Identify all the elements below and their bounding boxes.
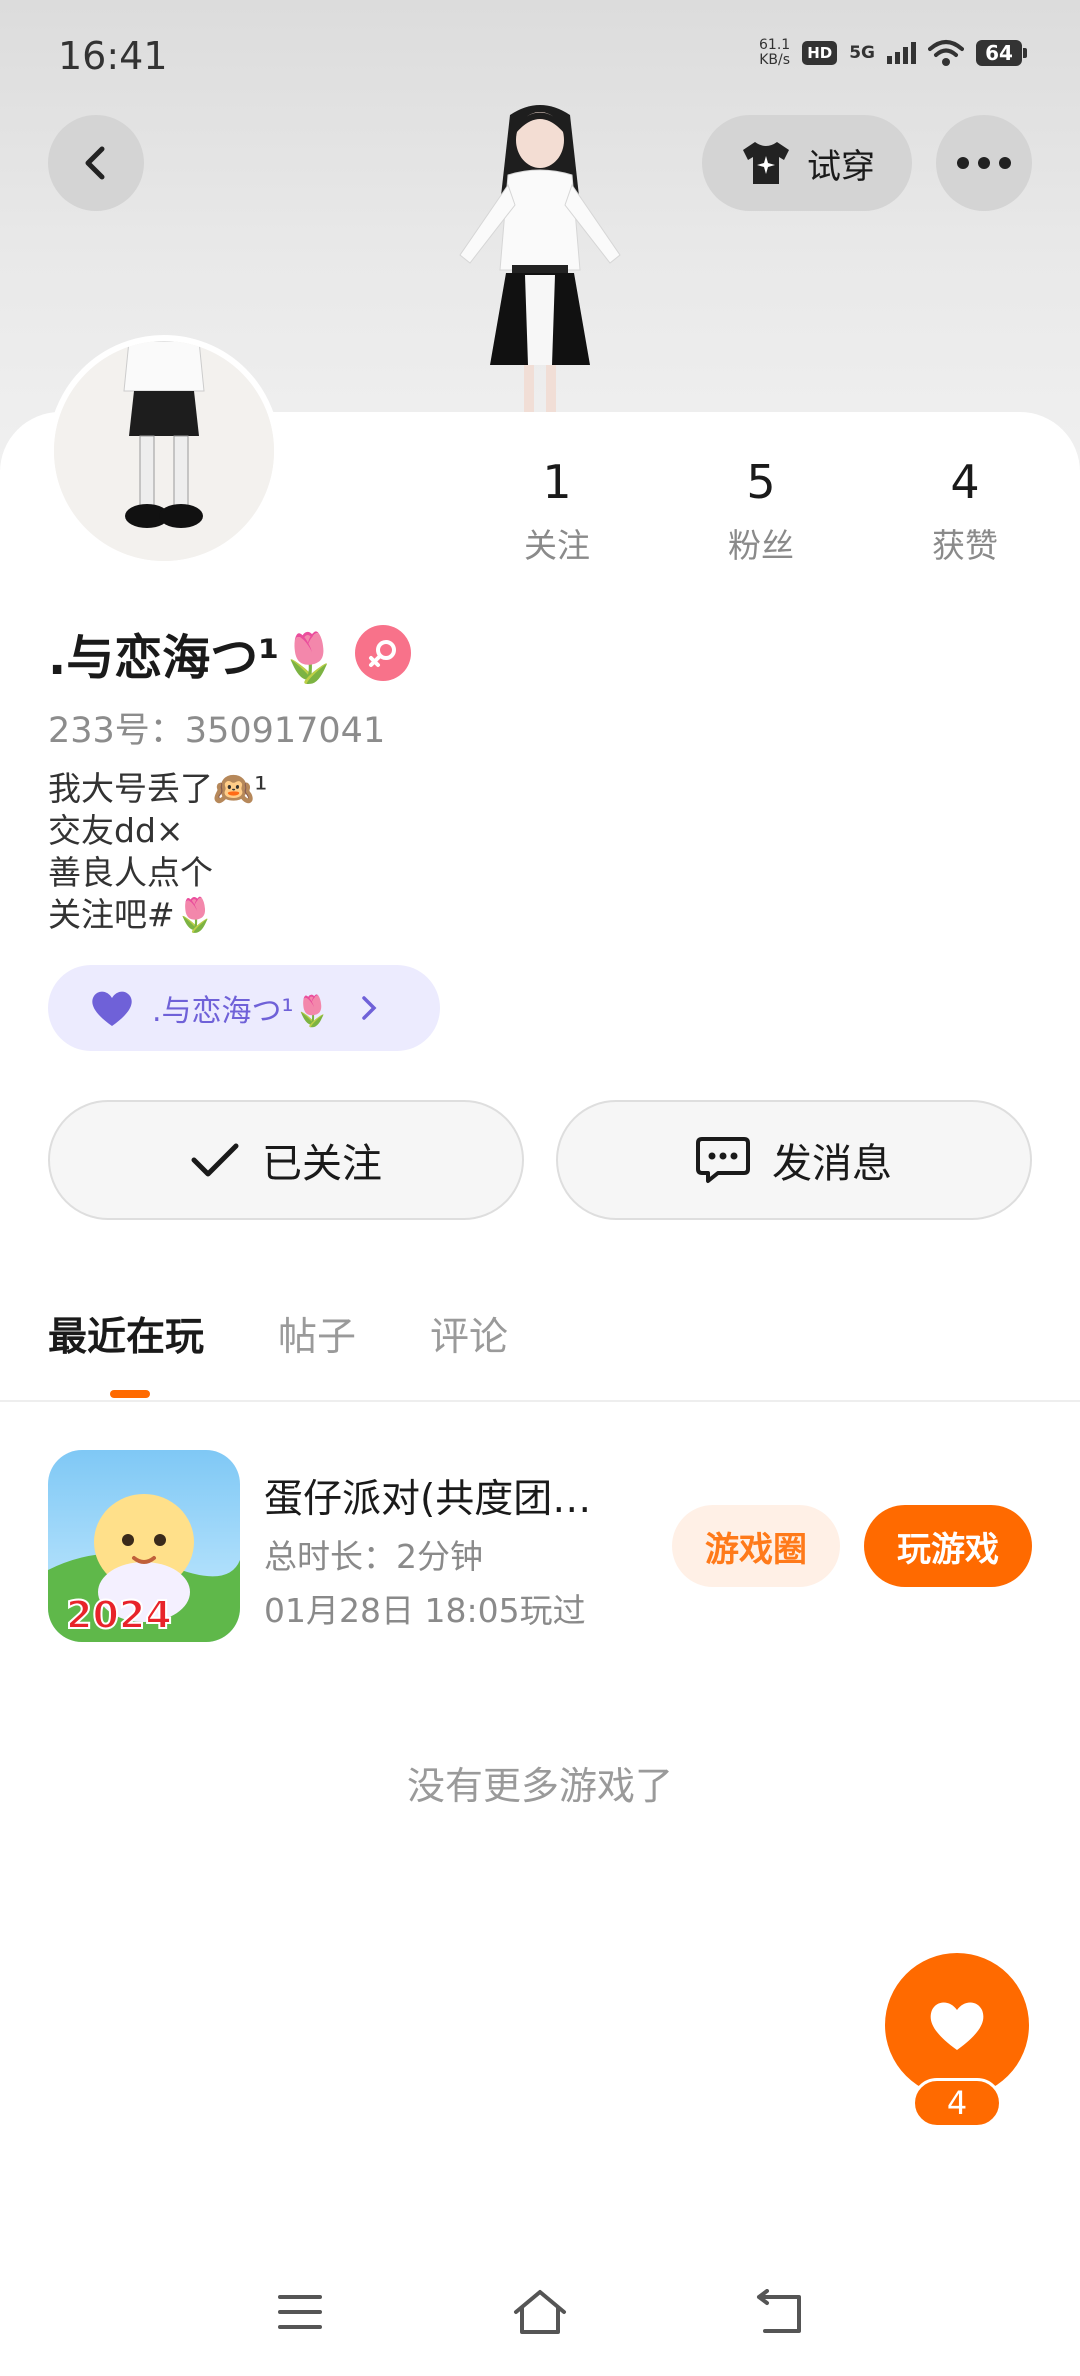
- stat-following[interactable]: 1 关注: [477, 455, 637, 567]
- bio-line: 善良人点个: [48, 853, 213, 892]
- try-on-label: 试穿: [807, 146, 875, 187]
- network-speed: 61.1 KB/s: [759, 38, 790, 68]
- home-icon: [514, 2290, 566, 2334]
- check-icon: [191, 1143, 239, 1177]
- stat-value: 4: [950, 455, 980, 509]
- follow-button[interactable]: 已关注: [48, 1100, 524, 1220]
- message-label: 发消息: [772, 1141, 892, 1187]
- back-button[interactable]: [48, 115, 144, 211]
- active-tab-indicator: [110, 1390, 150, 1398]
- more-button[interactable]: [936, 115, 1032, 211]
- menu-icon: [278, 2295, 322, 2329]
- avatar[interactable]: [48, 335, 280, 567]
- bio-line: 我大号丢了🙉¹: [48, 769, 268, 808]
- linked-account-chip[interactable]: .与恋海つ¹🌷: [48, 965, 440, 1051]
- game-icon[interactable]: 2024: [48, 1450, 240, 1642]
- status-icons: 61.1 KB/s HD 5G 64: [759, 38, 1027, 68]
- tab-recent-games[interactable]: 最近在玩: [48, 1306, 204, 1362]
- game-circle-button[interactable]: 游戏圈: [672, 1505, 840, 1587]
- stat-likes[interactable]: 4 获赞: [885, 455, 1045, 567]
- back-arrow-icon: [85, 146, 105, 180]
- stat-value: 1: [542, 455, 572, 509]
- like-count: 4: [912, 2078, 1002, 2128]
- avatar-figure: [54, 341, 274, 561]
- chevron-right-icon: [362, 996, 377, 1020]
- hd-icon: HD: [802, 41, 838, 65]
- more-dots-icon: [957, 157, 1011, 169]
- linked-account-name: .与恋海つ¹🌷: [152, 994, 331, 1029]
- user-id: 233号：350917041: [48, 711, 386, 751]
- stat-label: 粉丝: [728, 526, 794, 565]
- speed-value: 61.1: [759, 37, 791, 53]
- chat-bubble-icon: [696, 1137, 750, 1183]
- stat-followers[interactable]: 5 粉丝: [681, 455, 841, 567]
- like-fab-button[interactable]: [885, 1953, 1029, 2097]
- message-button[interactable]: 发消息: [556, 1100, 1032, 1220]
- stat-label: 关注: [524, 526, 590, 565]
- game-icon-badge: 2024: [66, 1593, 172, 1637]
- heart-icon: [92, 991, 132, 1026]
- return-icon: [757, 2289, 801, 2333]
- profile-tabs: 最近在玩 帖子 评论: [48, 1306, 508, 1362]
- tab-posts[interactable]: 帖子: [278, 1306, 356, 1362]
- home-button[interactable]: [510, 2282, 570, 2342]
- username: .与恋海つ¹🌷: [48, 630, 340, 686]
- battery-icon: 64: [976, 40, 1027, 66]
- game-name: 蛋仔派对(共度团…: [264, 1477, 592, 1522]
- no-more-games-text: 没有更多游戏了: [406, 1764, 673, 1808]
- female-icon: [355, 625, 412, 681]
- bio-line: 交友dd×: [48, 811, 184, 850]
- heart-icon: [930, 2002, 984, 2050]
- speed-unit: KB/s: [759, 52, 790, 68]
- bio-line: 关注吧#🌷: [48, 895, 216, 934]
- try-on-button[interactable]: 试穿: [702, 115, 912, 211]
- tshirt-sparkle-icon: [743, 142, 789, 184]
- tab-comments[interactable]: 评论: [430, 1306, 508, 1362]
- tabs-divider: [0, 1400, 1080, 1402]
- game-last-played: 01月28日 18:05玩过: [264, 1591, 586, 1630]
- wifi-icon: [928, 40, 964, 66]
- stat-label: 获赞: [932, 526, 998, 565]
- status-bar: 16:41 61.1 KB/s HD 5G 64: [0, 0, 1080, 110]
- system-nav-bar: [0, 2260, 1080, 2376]
- menu-button[interactable]: [270, 2282, 330, 2342]
- stat-value: 5: [746, 455, 776, 509]
- bio: 我大号丢了🙉¹ 交友dd× 善良人点个 关注吧#🌷: [48, 768, 267, 936]
- follow-label: 已关注: [262, 1141, 382, 1187]
- game-duration: 总时长：2分钟: [264, 1537, 483, 1576]
- back-nav-button[interactable]: [750, 2282, 810, 2342]
- network-type: 5G: [849, 43, 875, 63]
- character-figure: [459, 105, 621, 415]
- status-time: 16:41: [58, 34, 168, 78]
- play-game-button[interactable]: 玩游戏: [864, 1505, 1032, 1587]
- username-row: .与恋海つ¹🌷: [48, 618, 412, 688]
- signal-icon: [887, 42, 916, 64]
